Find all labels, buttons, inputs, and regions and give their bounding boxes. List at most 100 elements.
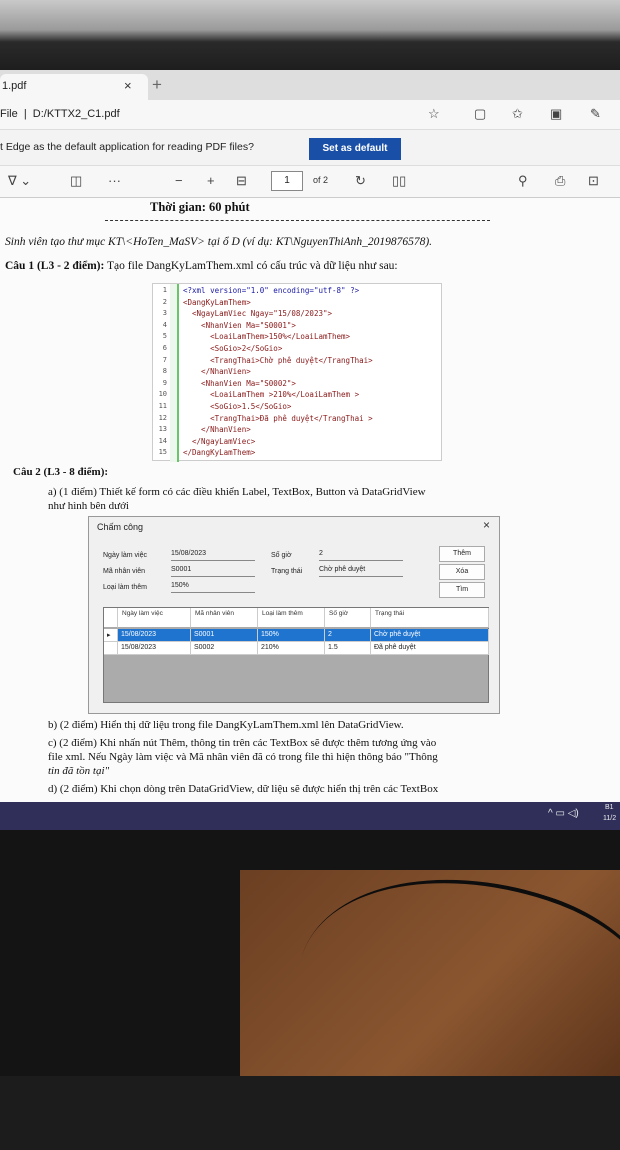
address-text[interactable]: File | D:/KTTX2_C1.pdf	[0, 108, 120, 120]
line-number: 14	[158, 436, 167, 445]
xml-code-line: <SoGio>1.5</SoGio>	[183, 402, 292, 411]
ma-field[interactable]: S0001	[171, 566, 255, 577]
infobar-message: t Edge as the default application for re…	[0, 141, 254, 153]
grid-column-header[interactable]: Ngày làm việc	[118, 608, 191, 628]
clock-date[interactable]: 11/2	[603, 815, 616, 822]
grid-column-header[interactable]: Trạng thái	[371, 608, 489, 628]
reading-view-icon[interactable]: ▢	[474, 106, 486, 122]
form-title: Chấm công	[97, 522, 144, 532]
line-number: 3	[162, 309, 167, 318]
print-icon[interactable]: ⎙	[555, 173, 565, 189]
line-number: 9	[162, 378, 167, 387]
q1-heading: Câu 1 (L3 - 2 điểm):	[5, 260, 105, 272]
line-number: 1	[162, 286, 167, 294]
row-selector[interactable]	[104, 642, 118, 655]
page-total: of 2	[313, 175, 329, 185]
save-icon[interactable]: ⊡	[588, 173, 599, 189]
browser-tab[interactable]: 1.pdf ×	[0, 74, 148, 100]
favorite-star-icon[interactable]: ☆	[428, 106, 440, 122]
extensions-icon[interactable]: ✎	[590, 106, 601, 122]
more-icon[interactable]: ···	[108, 173, 121, 188]
xml-code-line: </NhanVien>	[183, 425, 251, 435]
search-icon[interactable]: ⚲	[518, 173, 528, 189]
xml-code-line: </NhanVien>	[183, 367, 251, 377]
xml-code-line: <LoaiLamThem>150%</LoaiLamThem>	[183, 332, 351, 342]
label-trangthai: Trạng thái	[271, 568, 303, 575]
xoa-button[interactable]: Xóa	[439, 564, 485, 580]
trangthai-field[interactable]: Chờ phê duyệt	[319, 566, 403, 577]
xml-code-line: </NgayLamViec>	[183, 436, 256, 446]
xml-code-line: <NgayLamViec Ngay="15/08/2023">	[183, 309, 333, 319]
line-number: 2	[162, 297, 167, 306]
zoom-in-button[interactable]: +	[207, 173, 215, 188]
close-icon[interactable]: ×	[124, 78, 132, 93]
grid-cell[interactable]: S0002	[191, 642, 258, 655]
q2b: b) (2 điểm) Hiển thị dữ liệu trong file …	[48, 719, 404, 731]
q2c-line1: c) (2 điểm) Khi nhấn nút Thêm, thông tin…	[48, 737, 437, 749]
ngay-field[interactable]: 15/08/2023	[171, 550, 255, 561]
page-number-input[interactable]: 1	[271, 171, 303, 191]
label-loai: Loại làm thêm	[103, 584, 147, 591]
tim-button[interactable]: Tìm	[439, 582, 485, 598]
close-icon[interactable]: ×	[483, 518, 490, 532]
row-selector[interactable]: ▸	[104, 629, 118, 642]
new-tab-icon[interactable]: +	[152, 75, 162, 95]
default-app-infobar: t Edge as the default application for re…	[0, 130, 620, 166]
address-bar[interactable]: File | D:/KTTX2_C1.pdf ☆ ▢ ✩ ▣ ✎	[0, 100, 620, 130]
grid-cell[interactable]: 15/08/2023	[118, 629, 191, 642]
screen: 1.pdf × + File | D:/KTTX2_C1.pdf ☆ ▢ ✩ ▣…	[0, 70, 620, 830]
grid-cell[interactable]: 1.5	[325, 642, 371, 655]
line-number: 7	[162, 355, 167, 364]
label-ma: Mã nhân viên	[103, 568, 146, 575]
line-number: 8	[162, 367, 167, 376]
grid-cell[interactable]: Đã phê duyệt	[371, 642, 489, 655]
grid-cell[interactable]: 2	[325, 629, 371, 642]
q2d: d) (2 điểm) Khi chọn dòng trên DataGridV…	[48, 783, 439, 795]
sogio-field[interactable]: 2	[319, 550, 403, 561]
data-grid-view[interactable]: Ngày làm việc Mã nhân viên Loại làm thêm Số…	[103, 607, 489, 703]
question-1: Câu 1 (L3 - 2 điểm): Tạo file DangKyLamT…	[5, 260, 398, 272]
them-button[interactable]: Thêm	[439, 546, 485, 562]
line-number: 15	[158, 448, 167, 457]
xml-code-line: <NhanVien Ma="S0001">	[183, 320, 296, 330]
instruction: Sinh viên tạo thư mục KT\<HoTen_MaSV> tạ…	[5, 236, 433, 248]
set-default-button[interactable]: Set as default	[309, 138, 401, 160]
row-header-corner	[104, 608, 118, 628]
page-view-icon[interactable]: ▯▯	[392, 173, 406, 189]
fit-page-icon[interactable]: ⊟	[236, 173, 247, 189]
draw-icon[interactable]: ∇ ⌄	[8, 173, 31, 189]
grid-column-header[interactable]: Mã nhân viên	[191, 608, 258, 628]
line-number: 11	[158, 402, 167, 410]
xml-code-line: </DangKyLamThem>	[183, 448, 256, 458]
tab-strip: 1.pdf × +	[0, 70, 620, 100]
xml-code-line: <?xml version="1.0" encoding="utf-8" ?>	[183, 286, 360, 295]
line-number: 10	[158, 390, 167, 399]
photo-background-top	[0, 0, 620, 70]
grid-cell[interactable]: 210%	[258, 642, 325, 655]
grid-cell[interactable]: S0001	[191, 629, 258, 642]
collections-icon[interactable]: ▣	[550, 106, 562, 122]
line-number: 4	[162, 320, 167, 329]
taskbar: ^ ▭ ◁) B1 11/2	[0, 802, 620, 830]
grid-column-header[interactable]: Số giờ	[325, 608, 371, 628]
xml-code-line: <LoaiLamThem >210%</LoaiLamThem >	[183, 390, 360, 400]
grid-column-header[interactable]: Loại làm thêm	[258, 608, 325, 628]
rotate-icon[interactable]: ↻	[355, 173, 366, 189]
line-number: 13	[158, 425, 167, 434]
zoom-out-button[interactable]: −	[175, 173, 183, 188]
clock-time[interactable]: B1	[605, 804, 614, 811]
read-aloud-icon[interactable]: ◫	[70, 173, 82, 189]
system-tray[interactable]: ^ ▭ ◁)	[548, 808, 579, 819]
xml-code-line: <TrangThai>Chờ phê duyệt</TrangThai>	[183, 355, 373, 365]
code-gutter	[170, 284, 179, 462]
line-number: 5	[162, 332, 167, 341]
tab-title: 1.pdf	[2, 80, 27, 92]
favorites-icon[interactable]: ✩	[512, 106, 523, 122]
q2-heading: Câu 2 (L3 - 8 điểm):	[13, 466, 109, 478]
loai-field[interactable]: 150%	[171, 582, 255, 593]
grid-cell[interactable]: 150%	[258, 629, 325, 642]
label-sogio: Số giờ	[271, 552, 292, 559]
grid-cell[interactable]: Chờ phê duyệt	[371, 629, 489, 642]
label-ngay: Ngày làm việc	[103, 552, 147, 559]
grid-cell[interactable]: 15/08/2023	[118, 642, 191, 655]
